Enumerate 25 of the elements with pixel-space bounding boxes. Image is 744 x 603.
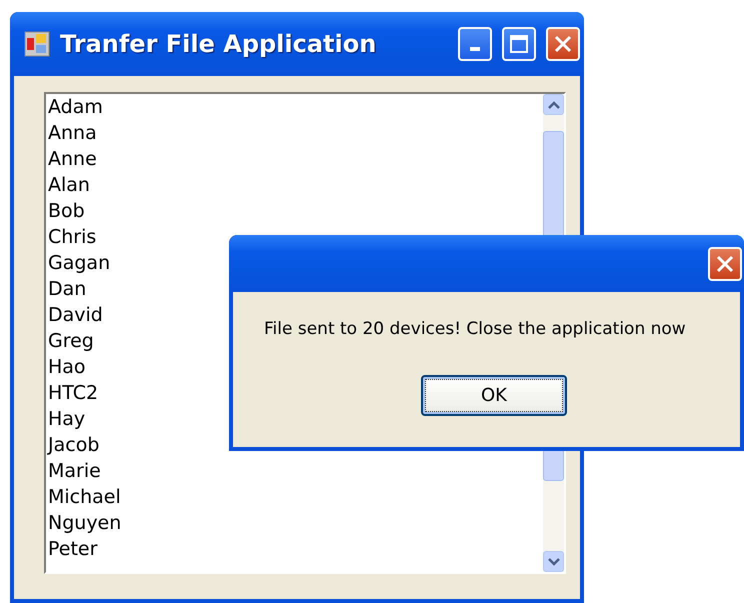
scroll-up-button[interactable]	[543, 94, 564, 115]
maximize-icon	[509, 34, 529, 54]
list-item[interactable]: Bob	[48, 198, 543, 224]
list-item[interactable]: Anne	[48, 146, 543, 172]
dialog-close-button[interactable]	[708, 246, 742, 280]
window-title: Tranfer File Application	[60, 29, 376, 60]
chevron-down-icon	[548, 558, 560, 566]
minimize-icon	[470, 47, 480, 51]
list-item[interactable]: Alan	[48, 172, 543, 198]
close-icon	[553, 34, 573, 54]
scroll-down-button[interactable]	[543, 551, 564, 572]
list-item[interactable]: Nguyen	[48, 510, 543, 536]
chevron-up-icon	[548, 100, 560, 108]
list-item[interactable]: Peter	[48, 536, 543, 562]
list-item[interactable]: Anna	[48, 120, 543, 146]
minimize-button[interactable]	[458, 27, 492, 61]
list-item[interactable]: Adam	[48, 94, 543, 120]
ok-button[interactable]: OK	[421, 374, 567, 416]
close-button[interactable]	[546, 27, 580, 61]
maximize-button[interactable]	[502, 27, 536, 61]
list-item[interactable]: Marie	[48, 458, 543, 484]
list-item[interactable]: Michael	[48, 484, 543, 510]
app-icon	[24, 31, 50, 57]
close-icon	[715, 254, 735, 274]
dialog-message: File sent to 20 devices! Close the application now	[264, 318, 686, 341]
